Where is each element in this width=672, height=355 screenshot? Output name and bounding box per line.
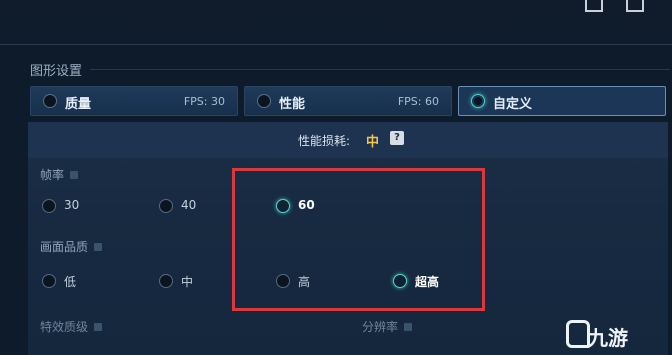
info-icon[interactable] [404, 323, 413, 331]
radio-icon [42, 274, 56, 288]
resolution-title: 分辨率 [362, 318, 413, 335]
section-divider [90, 69, 670, 70]
preset-fps: FPS: 60 [397, 95, 439, 108]
section-title: 图形设置 [30, 64, 83, 79]
window-icon[interactable] [626, 0, 644, 12]
preset-fps: FPS: 30 [183, 95, 225, 108]
preset-custom[interactable]: 自定义 [458, 86, 666, 116]
option-label: 中 [181, 275, 194, 289]
preset-performance[interactable]: 性能 FPS: 60 [244, 86, 452, 116]
quality-title: 画面品质 [40, 238, 103, 255]
radio-selected-icon [471, 94, 485, 108]
info-icon[interactable] [70, 171, 79, 179]
radio-icon [159, 199, 173, 213]
performance-cost-label: 性能损耗: [298, 134, 351, 148]
radio-icon [43, 94, 57, 108]
preset-label: 性能 [279, 97, 306, 112]
preset-label: 自定义 [493, 97, 533, 112]
top-bar [0, 0, 672, 44]
radio-icon [42, 199, 56, 213]
quality-title-text: 画面品质 [40, 240, 89, 254]
divider [0, 44, 672, 45]
highlight-box [232, 168, 485, 311]
frame-rate-title: 帧率 [40, 166, 79, 183]
preset-quality[interactable]: 质量 FPS: 30 [30, 86, 238, 116]
option-label: 40 [181, 198, 197, 212]
radio-icon [257, 94, 271, 108]
watermark-text: 九游 [588, 326, 628, 350]
info-icon[interactable] [94, 323, 103, 331]
resolution-title-text: 分辨率 [362, 320, 399, 334]
radio-icon [159, 274, 173, 288]
help-icon[interactable]: ? [390, 131, 404, 145]
option-label: 30 [64, 198, 80, 212]
effects-title: 特效质级 [40, 318, 103, 335]
preset-label: 质量 [65, 97, 92, 112]
effects-title-text: 特效质级 [40, 320, 89, 334]
performance-cost-row: 性能损耗: 中 ? [28, 122, 668, 158]
frame-rate-title-text: 帧率 [40, 168, 65, 182]
share-icon[interactable] [585, 0, 603, 12]
performance-cost-value: 中 [366, 135, 380, 150]
option-label: 低 [64, 275, 77, 289]
watermark-logo-icon [566, 320, 590, 348]
info-icon[interactable] [94, 243, 103, 251]
